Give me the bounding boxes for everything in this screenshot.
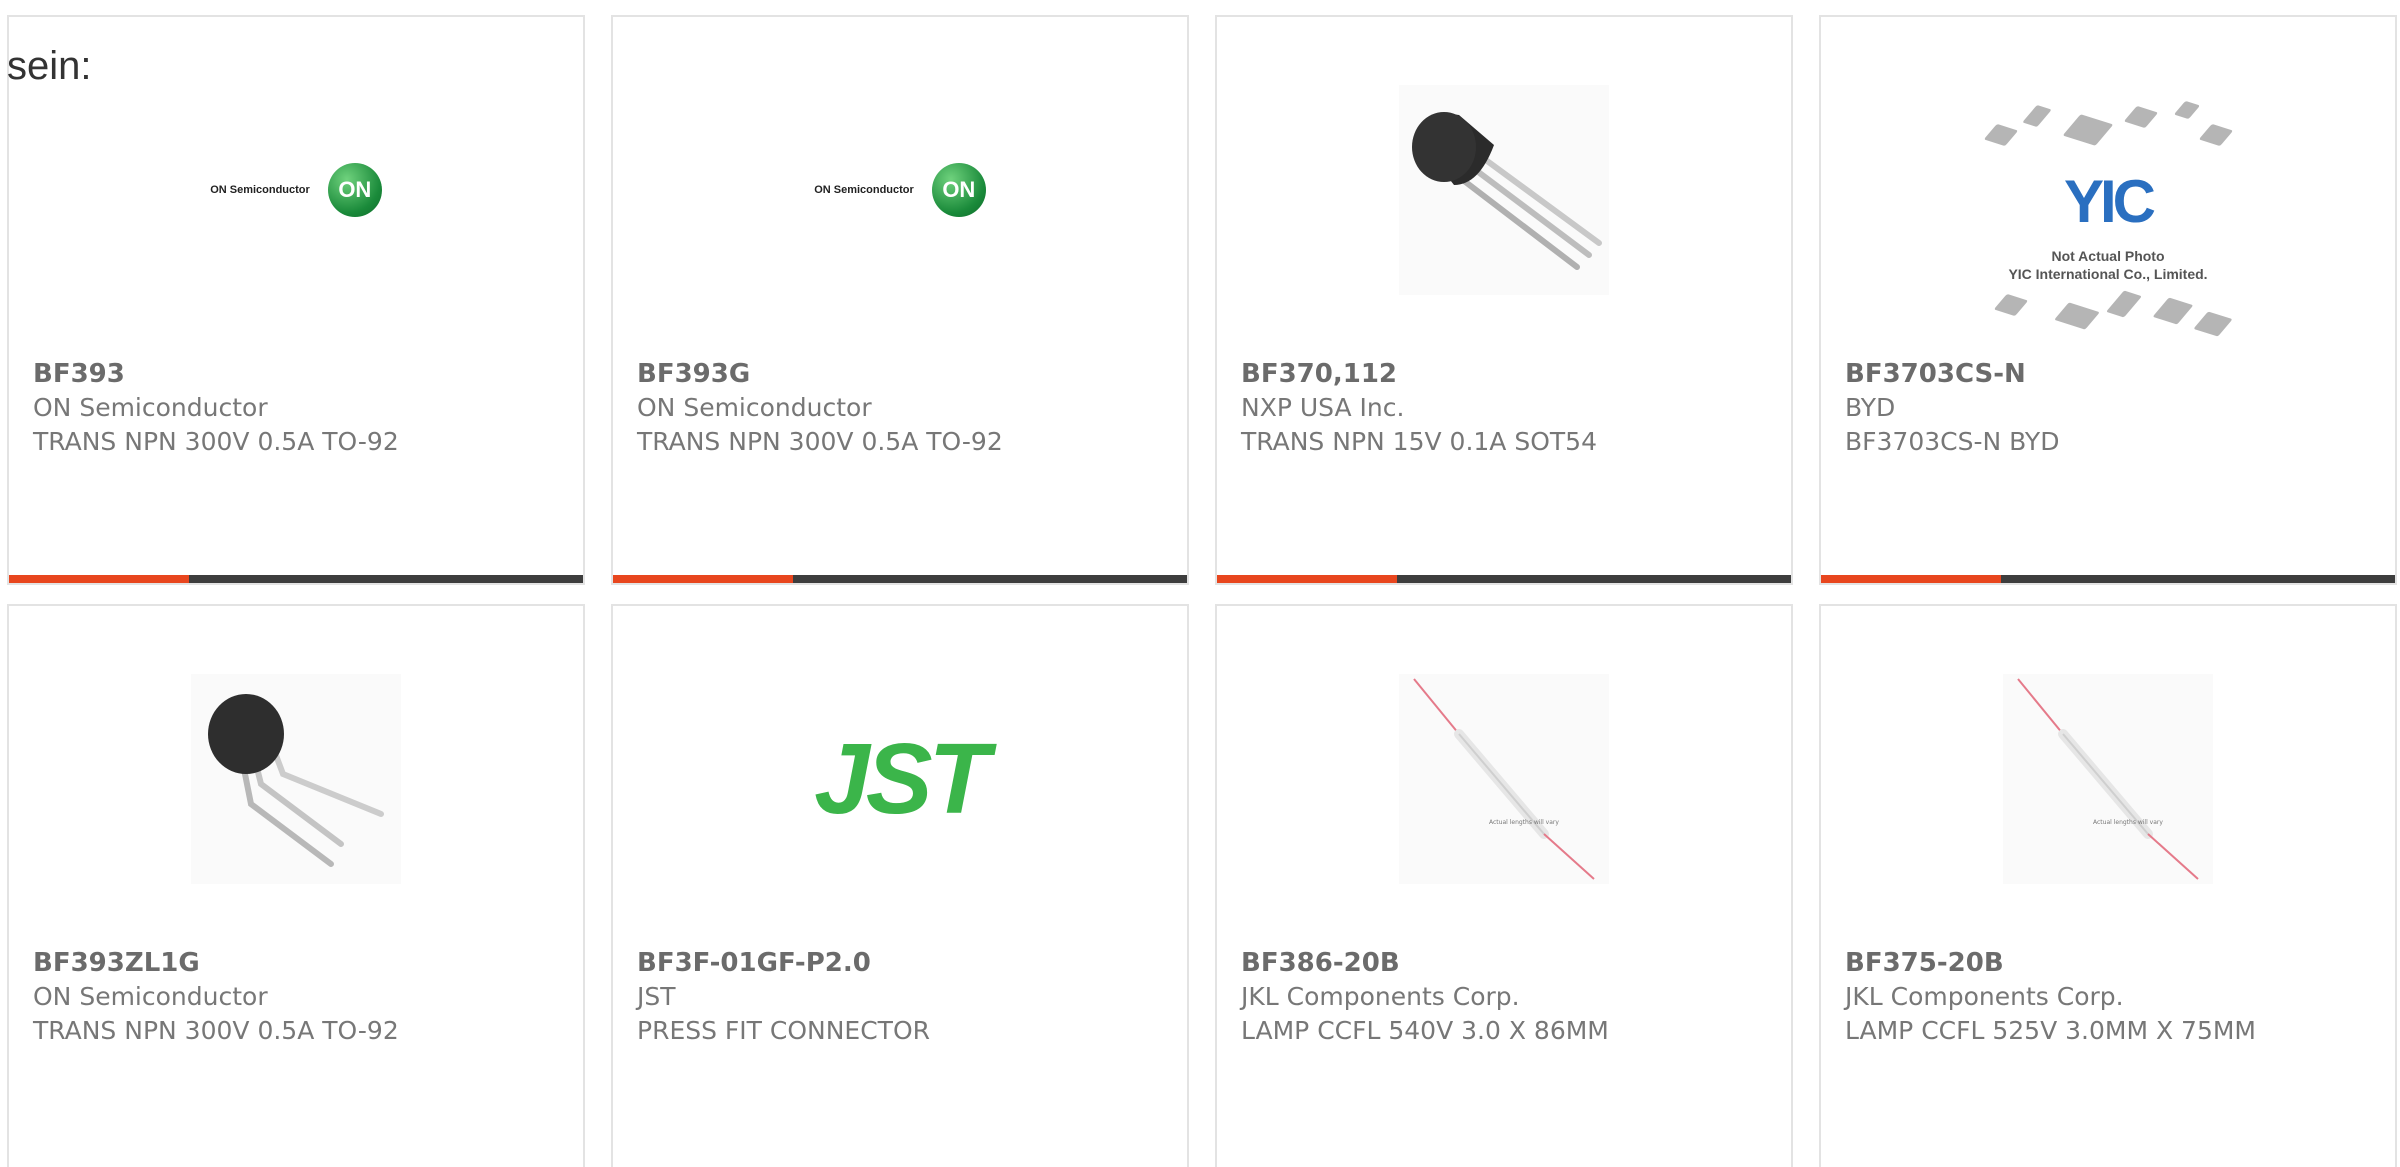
product-image: Actual lengths will vary: [1399, 674, 1609, 884]
manufacturer: ON Semiconductor: [637, 393, 872, 422]
product-image: ON Semiconductor ON: [795, 85, 1005, 295]
yic-caption-line-1: Not Actual Photo: [2051, 248, 2165, 264]
part-number[interactable]: BF393ZL1G: [33, 946, 573, 980]
description: TRANS NPN 300V 0.5A TO-92: [33, 1016, 399, 1045]
product-card[interactable]: ON Semiconductor ON BF393 ON Semiconduct…: [7, 15, 585, 585]
transistor-icon: [1399, 85, 1609, 295]
product-image: ON Semiconductor ON: [191, 85, 401, 295]
product-results-page: ON Semiconductor ON BF393 ON Semiconduct…: [0, 0, 2400, 1167]
product-image: JST: [785, 674, 1015, 884]
section-heading: sein:: [7, 44, 92, 88]
product-card[interactable]: Actual lengths will vary BF386-20B JKL C…: [1215, 604, 1793, 1167]
lamp-caption: Actual lengths will vary: [2093, 819, 2163, 826]
part-number[interactable]: BF3F-01GF-P2.0: [637, 946, 1177, 980]
manufacturer: ON Semiconductor: [33, 982, 268, 1011]
ccfl-lamp-icon: Actual lengths will vary: [1399, 674, 1609, 884]
description: TRANS NPN 300V 0.5A TO-92: [33, 427, 399, 456]
description: TRANS NPN 300V 0.5A TO-92: [637, 427, 1003, 456]
manufacturer: JKL Components Corp.: [1845, 982, 2124, 1011]
part-number[interactable]: BF370,112: [1241, 357, 1781, 391]
product-card[interactable]: BF370,112 NXP USA Inc. TRANS NPN 15V 0.1…: [1215, 15, 1793, 585]
product-info: BF3F-01GF-P2.0 JST PRESS FIT CONNECTOR: [637, 946, 1177, 1048]
product-image: [191, 674, 401, 884]
product-info: BF375-20B JKL Components Corp. LAMP CCFL…: [1845, 946, 2385, 1048]
description: LAMP CCFL 540V 3.0 X 86MM: [1241, 1016, 1609, 1045]
product-info: BF393 ON Semiconductor TRANS NPN 300V 0.…: [33, 357, 573, 459]
manufacturer: BYD: [1845, 393, 1896, 422]
description: PRESS FIT CONNECTOR: [637, 1016, 931, 1045]
product-info: BF3703CS-N BYD BF3703CS-N BYD: [1845, 357, 2385, 459]
product-card[interactable]: JST BF3F-01GF-P2.0 JST PRESS FIT CONNECT…: [611, 604, 1189, 1167]
on-semiconductor-logo: ON Semiconductor ON: [814, 163, 986, 217]
part-number[interactable]: BF386-20B: [1241, 946, 1781, 980]
description: LAMP CCFL 525V 3.0MM X 75MM: [1845, 1016, 2256, 1045]
on-semiconductor-logo: ON Semiconductor ON: [210, 163, 382, 217]
product-grid: ON Semiconductor ON BF393 ON Semiconduct…: [0, 0, 2400, 1167]
logo-text: ON Semiconductor: [210, 184, 310, 196]
product-info: BF386-20B JKL Components Corp. LAMP CCFL…: [1241, 946, 1781, 1048]
yic-logo: YIC: [2063, 168, 2156, 235]
on-logo-icon: ON: [327, 163, 382, 217]
card-accent-bar: [9, 575, 583, 583]
manufacturer: ON Semiconductor: [33, 393, 268, 422]
part-number[interactable]: BF393: [33, 357, 573, 391]
logo-text: ON Semiconductor: [814, 184, 914, 196]
part-number[interactable]: BF375-20B: [1845, 946, 2385, 980]
manufacturer: JST: [637, 982, 676, 1011]
product-image: Actual lengths will vary: [2003, 674, 2213, 884]
lamp-caption: Actual lengths will vary: [1489, 819, 1559, 826]
part-number[interactable]: BF3703CS-N: [1845, 357, 2385, 391]
product-card[interactable]: ON Semiconductor ON BF393G ON Semiconduc…: [611, 15, 1189, 585]
manufacturer: JKL Components Corp.: [1241, 982, 1520, 1011]
part-number[interactable]: BF393G: [637, 357, 1177, 391]
transistor-icon: [191, 674, 401, 884]
product-card[interactable]: YIC Not Actual Photo YIC International C…: [1819, 15, 2397, 585]
product-card[interactable]: Actual lengths will vary BF375-20B JKL C…: [1819, 604, 2397, 1167]
card-accent-bar: [613, 575, 1187, 583]
yic-caption-line-2: YIC International Co., Limited.: [2008, 266, 2208, 282]
on-logo-icon: ON: [931, 163, 986, 217]
product-info: BF393G ON Semiconductor TRANS NPN 300V 0…: [637, 357, 1177, 459]
manufacturer: NXP USA Inc.: [1241, 393, 1405, 422]
product-card[interactable]: BF393ZL1G ON Semiconductor TRANS NPN 300…: [7, 604, 585, 1167]
jst-logo: JST: [814, 722, 989, 835]
yic-placeholder-image: YIC Not Actual Photo YIC International C…: [1978, 97, 2238, 337]
yic-caption: Not Actual Photo YIC International Co., …: [1978, 247, 2238, 283]
product-image: YIC Not Actual Photo YIC International C…: [1973, 92, 2243, 342]
product-image: [1399, 85, 1609, 295]
description: BF3703CS-N BYD: [1845, 427, 2060, 456]
card-accent-bar: [1217, 575, 1791, 583]
product-info: BF370,112 NXP USA Inc. TRANS NPN 15V 0.1…: [1241, 357, 1781, 459]
ccfl-lamp-icon: Actual lengths will vary: [2003, 674, 2213, 884]
product-info: BF393ZL1G ON Semiconductor TRANS NPN 300…: [33, 946, 573, 1048]
description: TRANS NPN 15V 0.1A SOT54: [1241, 427, 1597, 456]
card-accent-bar: [1821, 575, 2395, 583]
